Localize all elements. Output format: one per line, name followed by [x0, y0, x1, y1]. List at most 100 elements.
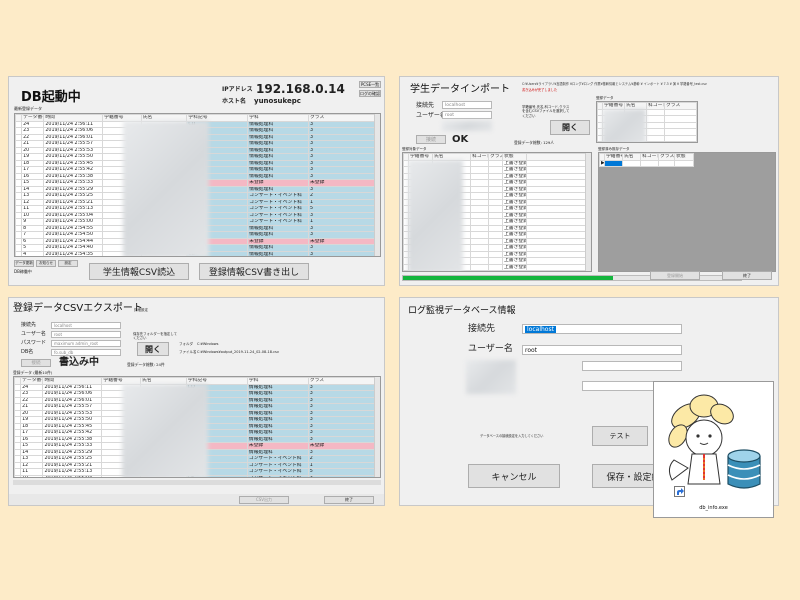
connect-button[interactable]: 接続: [21, 359, 51, 367]
top-button-2[interactable]: ログの確認: [359, 90, 381, 97]
host-field[interactable]: localhost: [522, 324, 682, 334]
col-dept-code[interactable]: 科コード: [470, 153, 489, 161]
cell-time: 2019/11/24 2:55:04: [42, 474, 103, 477]
user-field[interactable]: root: [522, 345, 682, 355]
col-dept-code[interactable]: 科コード: [640, 153, 659, 161]
grid-header: 学籍番号氏名科コードクラス状態: [599, 153, 694, 161]
cell-state: 上書き登録: [502, 231, 527, 239]
connect-button[interactable]: 接続: [416, 135, 446, 144]
csv-export-button[interactable]: CSV出力: [239, 496, 289, 504]
export-registration-csv-button[interactable]: 登録情報CSV書き出し: [199, 263, 309, 280]
cell-state: 上書き登録: [502, 166, 527, 174]
save-hint: 保存先フォルダーを指定してください: [133, 332, 177, 341]
progress-fill: [403, 276, 613, 280]
password-field[interactable]: [582, 361, 682, 371]
cell-state: 上書き登録: [502, 159, 527, 167]
col-class[interactable]: クラス: [658, 153, 675, 161]
export-status: 書込み中: [59, 357, 99, 368]
settings-button[interactable]: 設定: [58, 260, 78, 267]
notice-button[interactable]: お知らせ: [36, 260, 56, 267]
cell-state: 上書き登録: [502, 250, 527, 258]
right-grid-caption: 登録済み既存データ: [598, 147, 630, 151]
cell-state: 上書き登録: [502, 257, 527, 265]
import-target-grid[interactable]: 学籍番号氏名科コードクラス状態 上書き登録上書き登録上書き登録上書き登録上書き登…: [402, 152, 592, 272]
cell-data-no: 4: [21, 250, 45, 256]
close-button[interactable]: 終了: [722, 271, 772, 280]
cell-state: 上書き登録: [502, 172, 527, 180]
csv-path: C:¥Users¥ライブラリ¥言語制作 ¥ロング¥ロング 作業¥基幹情報とシステ…: [522, 82, 707, 86]
grid-scrollbar[interactable]: [374, 114, 380, 256]
export-data-grid[interactable]: データ番号 時間 学籍番号 氏名 学科記号 学科 クラス 242019/11/2…: [13, 376, 381, 478]
cell-dept: コンサート・イベント科: [247, 218, 309, 226]
db-field[interactable]: fo.sub_db: [51, 349, 121, 356]
user-field[interactable]: root: [442, 111, 492, 119]
count-label: 登録データ総数: 129人: [514, 140, 555, 145]
cancel-button[interactable]: キャンセル: [468, 464, 560, 488]
db-info-shortcut[interactable]: db_info.exe: [653, 381, 774, 518]
import-student-csv-button[interactable]: 学生情報CSV読込: [89, 263, 189, 280]
connection-status: OK: [452, 134, 469, 145]
host-label: 接続先: [21, 322, 37, 328]
csv-export-window: 登録データCSVエクスポート 詳細設定 接続先 localhost ユーザー名 …: [8, 297, 385, 506]
open-file-button[interactable]: 開く: [550, 120, 590, 135]
user-label: ユーザー名: [21, 331, 46, 337]
grid-scrollbar[interactable]: [374, 377, 380, 477]
register-button[interactable]: 登録開始: [650, 271, 700, 280]
ip-value: 192.168.0.14: [256, 82, 345, 96]
host-value: yunosukepc: [254, 97, 301, 105]
host-field[interactable]: localhost: [51, 322, 121, 329]
db-status-window: DB起動中 IPアドレス 192.168.0.14 ホスト名 yunosukep…: [8, 76, 385, 286]
password-label: パスワード: [21, 340, 47, 346]
cell-data-no: 10: [20, 474, 44, 477]
password-field[interactable]: maximum admin_root: [51, 340, 121, 347]
host-field[interactable]: localhost: [442, 101, 492, 109]
horizontal-scrollbar[interactable]: [13, 480, 381, 485]
cell-dept: コンサート・イベント科: [246, 455, 309, 463]
cell-dept: コンサート・イベント科: [246, 474, 309, 477]
cell-state: 上書き登録: [502, 192, 527, 200]
close-button[interactable]: 終了: [324, 496, 374, 504]
list-caption: 登録データ (最新10件): [13, 370, 53, 375]
ip-label: IPアドレス: [222, 86, 253, 93]
user-field[interactable]: root: [51, 331, 121, 338]
existing-data-grid[interactable]: 学籍番号氏名科コードクラス状態 ▶: [598, 152, 776, 272]
mascot-database-icon: [664, 388, 766, 498]
window-title: 学生データインポート: [410, 84, 510, 95]
redacted-labels: [466, 360, 516, 394]
recent-data-grid[interactable]: データ番号 時間 学籍番号 氏名 学科記号 学科 クラス 242019/11/2…: [14, 113, 381, 257]
table-row[interactable]: ▶: [599, 159, 694, 167]
top-button-1[interactable]: PCSE一覧: [359, 81, 381, 88]
preview-grid[interactable]: 学籍番号氏名科コードクラス: [596, 101, 698, 143]
cell-dept: コンサート・イベント科: [247, 192, 309, 200]
window-title: ログ監視データベース情報: [408, 306, 516, 316]
status-text: DB稼働中: [14, 269, 32, 274]
redacted-preview: [602, 109, 646, 142]
preview-cell: [664, 134, 697, 142]
host-label: 接続先: [468, 324, 496, 334]
col-dept-code[interactable]: 科コード: [646, 102, 665, 110]
cell-state: 上書き登録: [502, 263, 527, 271]
col-data-no[interactable]: データ番号: [21, 114, 45, 122]
window-title: 登録データCSVエクスポート: [13, 303, 143, 314]
col-data-no[interactable]: データ番号: [20, 377, 44, 385]
refresh-button[interactable]: データ更新: [14, 260, 34, 267]
cell-dept: コンサート・イベント科: [246, 461, 309, 469]
test-button[interactable]: テスト: [592, 426, 648, 446]
col-class[interactable]: クラス: [488, 153, 503, 161]
open-hint: 学籍番号,氏名,科コード,クラス を含むCSVファイルを選択してください: [522, 105, 570, 118]
grid-scrollbar[interactable]: [585, 153, 591, 271]
config-note: データベースの接続設定を入力してください: [480, 434, 544, 438]
col-student-no[interactable]: 学籍番号: [604, 153, 623, 161]
cell-state: 上書き登録: [502, 205, 527, 213]
open-folder-button[interactable]: 開く: [137, 342, 169, 356]
redacted-student-info: [123, 121, 209, 256]
count-label: 登録データ総数: 24件: [127, 362, 165, 367]
left-grid-caption: 登録対象データ: [402, 147, 427, 151]
window-title: DB起動中: [21, 90, 81, 105]
redacted-import-names: [408, 160, 463, 271]
preview-caption: 登録データ: [596, 96, 614, 100]
host-label: ホスト名: [222, 98, 247, 105]
cell-state: 上書き登録: [502, 198, 527, 206]
complete-hint: 書き込みが完了しました: [522, 88, 558, 92]
student-import-window: 学生データインポート 接続先 localhost ユーザー名 root 接続 O…: [399, 76, 779, 286]
